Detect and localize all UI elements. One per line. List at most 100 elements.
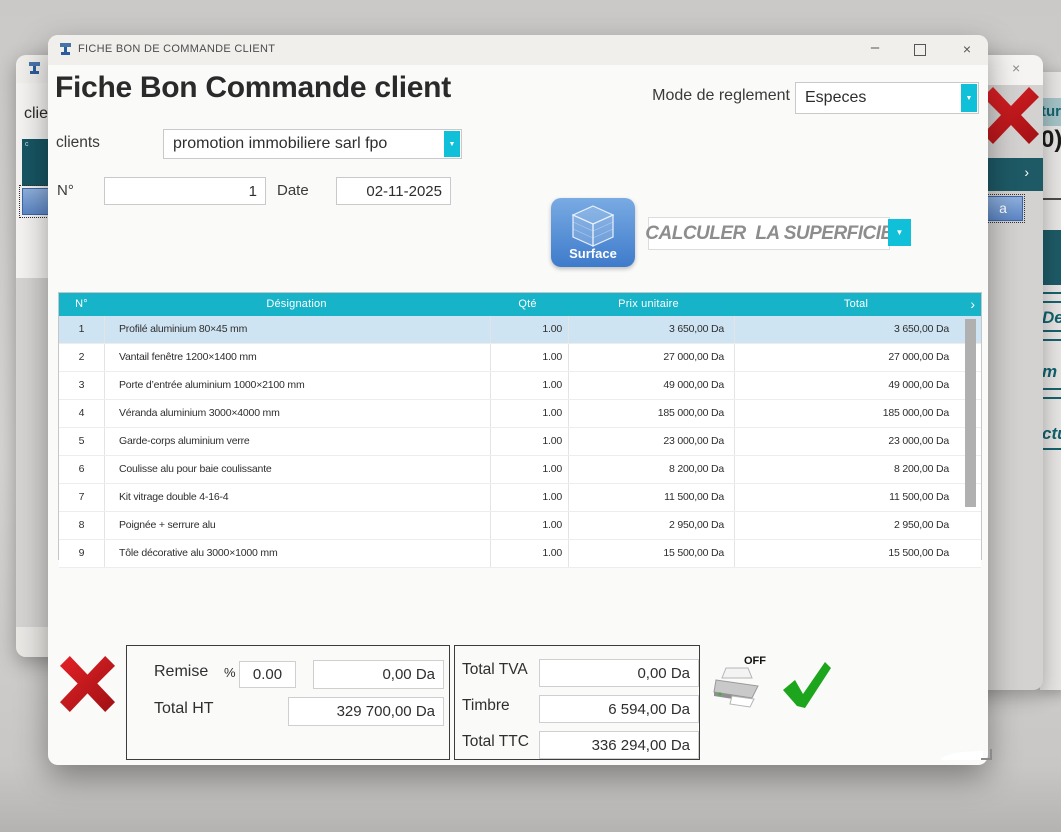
clients-value: promotion immobiliere sarl fpo (173, 135, 387, 153)
total-tva-input[interactable]: 0,00 Da (539, 659, 699, 687)
menu-fragment-devis[interactable]: Dev (1042, 308, 1061, 328)
delete-icon[interactable] (983, 87, 1039, 144)
titlebar[interactable]: FICHE BON DE COMMANDE CLIENT – × (48, 35, 988, 65)
teal-panel-fragment (1042, 230, 1061, 285)
minimize-button[interactable]: – (854, 35, 896, 65)
close-icon[interactable]: × (1012, 60, 1020, 76)
cube-icon (567, 204, 619, 248)
table-row[interactable]: 9Tôle décorative alu 3000×1000 mm1.0015 … (59, 540, 981, 568)
cell-qty: 1.00 (491, 400, 569, 427)
cancel-button[interactable] (60, 656, 115, 712)
divider (1040, 292, 1061, 303)
vertical-scrollbar[interactable] (965, 319, 976, 507)
cell-total: 27 000,00 Da (735, 344, 981, 371)
blue-button-fragment[interactable]: a (983, 196, 1023, 221)
payment-mode-select[interactable]: Especes ▼ (795, 82, 979, 114)
resize-grip[interactable] (981, 749, 992, 760)
page-title: Fiche Bon Commande client (55, 71, 451, 105)
total-ttc-label: Total TTC (462, 733, 529, 751)
payment-mode-label: Mode de reglement (646, 87, 790, 105)
maximize-icon (914, 44, 926, 56)
printer-icon[interactable] (712, 666, 762, 710)
total-ttc-input[interactable]: 336 294,00 Da (539, 731, 699, 759)
cell-total: 49 000,00 Da (735, 372, 981, 399)
table-row[interactable]: 2Vantail fenêtre 1200×1400 mm1.0027 000,… (59, 344, 981, 372)
table-row[interactable]: 4Véranda aluminium 3000×4000 mm1.00 185 0… (59, 400, 981, 428)
background-window-far-right: ture 0) Dev m ctu (1040, 72, 1061, 690)
cell-unit: 11 500,00 Da (569, 484, 735, 511)
calculer-dropdown-button[interactable]: ▼ (888, 219, 911, 246)
cell-qty: 1.00 (491, 428, 569, 455)
cell-num: 5 (59, 428, 105, 455)
cell-num: 4 (59, 400, 105, 427)
divider (1040, 198, 1061, 200)
cell-qty: 1.00 (491, 344, 569, 371)
order-number-input[interactable]: 1 (104, 177, 266, 205)
cell-qty: 1.00 (491, 540, 569, 567)
header-num: N° (59, 293, 104, 316)
chevron-down-icon[interactable]: ▼ (444, 131, 460, 157)
divider (1040, 330, 1061, 341)
app-icon (27, 61, 42, 76)
total-ht-input[interactable]: 329 700,00 Da (288, 697, 444, 726)
total-ht-label: Total HT (154, 700, 214, 718)
order-items-table: N° Désignation Qté Prix unitaire Total ›… (58, 292, 982, 560)
logo-fragment: 0) (1041, 126, 1061, 154)
order-number-label: N° (57, 182, 74, 199)
chevron-down-icon[interactable]: ▼ (961, 84, 977, 112)
menu-fragment-band[interactable]: ture (1040, 98, 1061, 126)
menu-fragment-commande[interactable]: m (1042, 362, 1057, 382)
table-row[interactable]: 3Porte d’entrée aluminium 1000×2100 mm1.… (59, 372, 981, 400)
printer-off-badge: OFF (744, 655, 766, 667)
cell-des: Garde-corps aluminium verre (105, 428, 491, 455)
cell-qty: 1.00 (491, 512, 569, 539)
date-label: Date (277, 182, 309, 199)
table-header: N° Désignation Qté Prix unitaire Total › (59, 293, 981, 316)
clients-select[interactable]: promotion immobiliere sarl fpo ▼ (163, 129, 462, 159)
calculer-superficie-button[interactable]: CALCULER LA SUPERFICIE (648, 217, 890, 250)
cell-num: 7 (59, 484, 105, 511)
cell-unit: 15 500,00 Da (569, 540, 735, 567)
cell-unit: 8 200,00 Da (569, 456, 735, 483)
cell-des: Coulisse alu pour baie coulissante (105, 456, 491, 483)
remise-label: Remise (154, 663, 208, 681)
cell-unit: 2 950,00 Da (569, 512, 735, 539)
panel-text-fragment: c (25, 141, 29, 148)
validate-button[interactable] (781, 660, 833, 710)
maximize-button[interactable] (899, 35, 941, 65)
app-icon (58, 42, 73, 57)
surface-button-label: Surface (551, 246, 635, 261)
remise-amount-input[interactable]: 0,00 Da (313, 660, 444, 689)
header-unit-price: Prix unitaire (566, 293, 731, 316)
table-row[interactable]: 8Poignée + serrure alu1.002 950,00 Da2 9… (59, 512, 981, 540)
timbre-input[interactable]: 6 594,00 Da (539, 695, 699, 723)
cell-total: 185 000,00 Da (735, 400, 981, 427)
tva-ttc-box: Total TVA 0,00 Da Timbre 6 594,00 Da Tot… (454, 645, 700, 760)
table-row[interactable]: 1Profilé aluminium 80×45 mm1.003 650,00 … (59, 316, 981, 344)
chevron-right-icon[interactable]: › (1024, 164, 1029, 180)
cell-des: Vantail fenêtre 1200×1400 mm (105, 344, 491, 371)
close-button[interactable]: × (946, 35, 988, 65)
table-row[interactable]: 6Coulisse alu pour baie coulissante1.008… (59, 456, 981, 484)
surface-button[interactable]: Surface (551, 198, 635, 267)
cell-num: 6 (59, 456, 105, 483)
cell-des: Kit vitrage double 4-16-4 (105, 484, 491, 511)
cell-des: Véranda aluminium 3000×4000 mm (105, 400, 491, 427)
table-row[interactable]: 7Kit vitrage double 4-16-41.0011 500,00 … (59, 484, 981, 512)
cell-unit: 27 000,00 Da (569, 344, 735, 371)
header-total: Total (731, 293, 981, 316)
calculer-superficie-label: CALCULER LA SUPERFICIE (645, 223, 892, 245)
window-title: FICHE BON DE COMMANDE CLIENT (78, 43, 275, 55)
cell-qty: 1.00 (491, 456, 569, 483)
cell-des: Poignée + serrure alu (105, 512, 491, 539)
percent-label: % (224, 665, 236, 680)
cell-total: 2 950,00 Da (735, 512, 981, 539)
menu-fragment-facture[interactable]: ctu (1042, 424, 1061, 444)
cell-unit: 49 000,00 Da (569, 372, 735, 399)
chevron-right-icon[interactable]: › (970, 293, 975, 315)
cell-num: 9 (59, 540, 105, 567)
date-input[interactable]: 02-11-2025 (336, 177, 451, 205)
remise-percent-input[interactable]: 0.00 (239, 661, 296, 688)
table-row[interactable]: 5Garde-corps aluminium verre1.0023 000,0… (59, 428, 981, 456)
header-qty: Qté (489, 293, 566, 316)
